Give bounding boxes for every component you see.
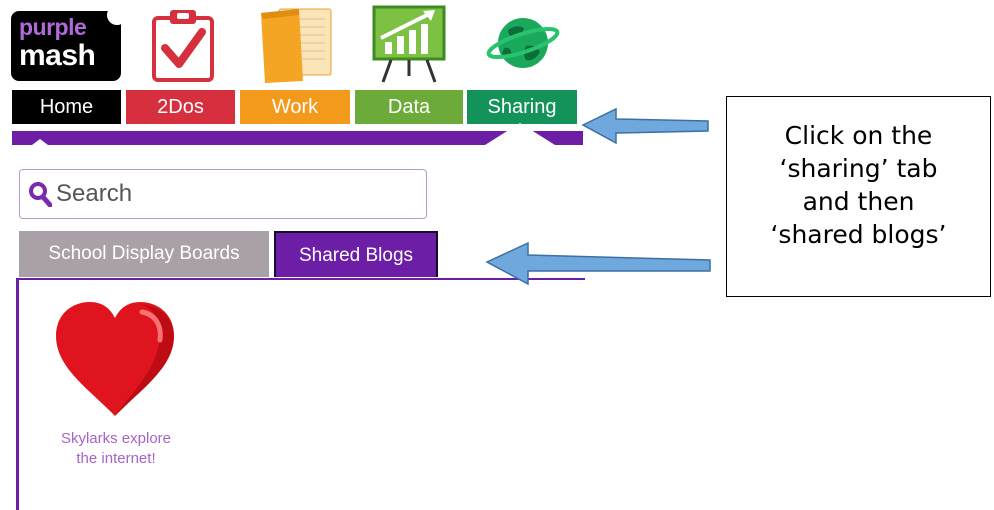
tab-home[interactable]: Home bbox=[12, 90, 121, 124]
globe-icon[interactable] bbox=[486, 10, 560, 76]
purple-mash-logo[interactable]: purple mash bbox=[11, 5, 127, 81]
search-input[interactable]: Search bbox=[19, 169, 427, 219]
tab-data[interactable]: Data bbox=[355, 90, 463, 124]
search-placeholder: Search bbox=[56, 180, 133, 207]
tab-shared-blogs[interactable]: Shared Blogs bbox=[274, 231, 438, 277]
arrow-left-icon bbox=[485, 241, 711, 286]
heart-icon[interactable] bbox=[50, 298, 180, 422]
blog-item-title[interactable]: Skylarks explore the internet! bbox=[36, 429, 196, 469]
instruction-callout: Click on the ‘sharing’ tab and then ‘sha… bbox=[726, 96, 991, 297]
blog-title-line2: the internet! bbox=[76, 450, 156, 467]
search-icon bbox=[29, 182, 52, 207]
callout-line2: ‘sharing’ tab bbox=[779, 154, 938, 183]
logo-line2: mash bbox=[19, 39, 96, 72]
tab-work[interactable]: Work bbox=[240, 90, 350, 124]
tab-2dos[interactable]: 2Dos bbox=[126, 90, 235, 124]
tab-school-display-boards[interactable]: School Display Boards bbox=[19, 231, 269, 277]
blog-title-line1: Skylarks explore bbox=[60, 430, 172, 447]
tab-sharing[interactable]: Sharing bbox=[467, 90, 577, 124]
callout-line4: ‘shared blogs’ bbox=[770, 220, 947, 249]
chart-board-icon[interactable] bbox=[371, 4, 447, 84]
logo-line1: purple bbox=[19, 14, 87, 40]
callout-line3: and then bbox=[802, 187, 915, 216]
arrow-left-icon bbox=[581, 107, 709, 145]
active-tab-notch bbox=[0, 123, 600, 160]
callout-line1: Click on the bbox=[784, 121, 933, 150]
clipboard-check-icon[interactable] bbox=[150, 8, 216, 82]
folder-icon[interactable] bbox=[259, 7, 337, 83]
